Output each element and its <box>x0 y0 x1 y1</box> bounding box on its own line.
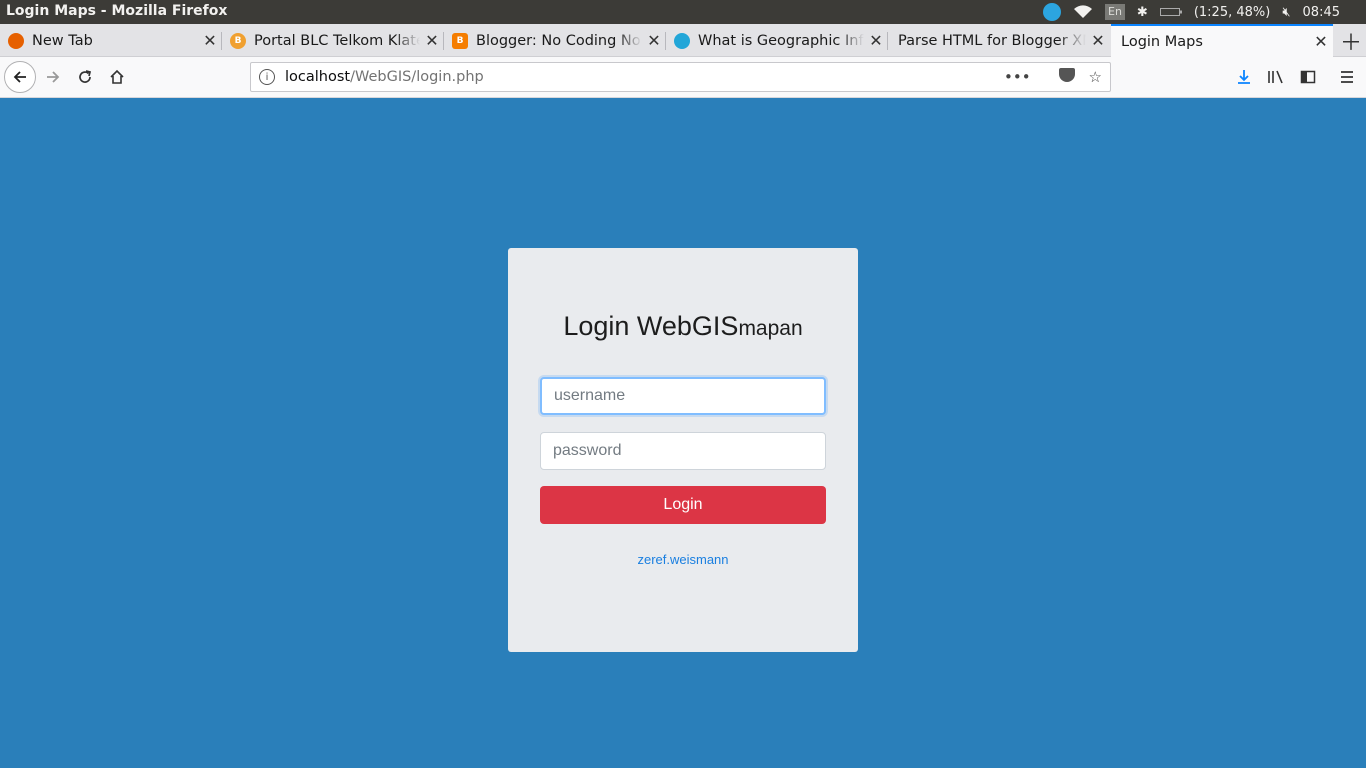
bluetooth-icon[interactable]: ✱ <box>1137 0 1148 24</box>
hamburger-menu-icon <box>1341 71 1353 83</box>
close-icon[interactable]: ✕ <box>642 31 666 50</box>
tab-label: Login Maps <box>1121 33 1203 50</box>
login-title-suffix: mapan <box>738 317 803 340</box>
system-tray: En ✱ (1:25, 48%) 🔇︎ 08:45 <box>1043 0 1366 24</box>
site-info-icon[interactable]: i <box>259 69 275 85</box>
new-tab-button[interactable]: ＋ <box>1336 24 1366 57</box>
page-content: Login WebGISmapan Login zeref.weismann <box>0 98 1366 768</box>
telegram-icon[interactable] <box>1043 0 1061 24</box>
firefox-icon <box>8 32 24 49</box>
library-icon <box>1268 70 1283 84</box>
wifi-icon[interactable] <box>1073 0 1093 24</box>
menu-button[interactable] <box>1332 62 1362 92</box>
tab-geographic-info[interactable]: What is Geographic Information ✕ <box>666 24 888 57</box>
home-button[interactable] <box>102 62 132 92</box>
sidebar-button[interactable] <box>1293 62 1323 92</box>
arrow-left-icon <box>13 71 26 83</box>
tab-label: Blogger: No Coding No Life <box>476 32 642 49</box>
downloads-button[interactable] <box>1229 62 1259 92</box>
battery-icon[interactable] <box>1159 0 1182 24</box>
back-button[interactable] <box>4 61 36 93</box>
login-card: Login WebGISmapan Login zeref.weismann <box>508 248 858 652</box>
tab-label: New Tab <box>32 32 93 49</box>
url-bar[interactable]: i localhost/WebGIS/login.php ••• ☆ <box>250 62 1111 92</box>
keyboard-language-indicator[interactable]: En <box>1105 4 1125 20</box>
url-path: /WebGIS/login.php <box>350 69 484 85</box>
tab-blogger[interactable]: B Blogger: No Coding No Life ✕ <box>444 24 666 57</box>
login-title-main: Login WebGIS <box>563 311 739 341</box>
tab-label: Portal BLC Telkom Klaten <box>254 32 420 49</box>
close-icon[interactable]: ✕ <box>420 31 444 50</box>
url-host: localhost <box>285 69 351 85</box>
bookmark-star-icon[interactable]: ☆ <box>1089 68 1102 86</box>
sidebar-icon <box>1300 70 1316 84</box>
tab-login-maps[interactable]: Login Maps ✕ <box>1111 24 1333 57</box>
blogger-icon: B <box>452 32 468 49</box>
battery-status[interactable]: (1:25, 48%) <box>1194 0 1271 24</box>
close-icon[interactable]: ✕ <box>864 31 888 50</box>
page-actions-icon[interactable]: ••• <box>1004 68 1031 86</box>
author-link[interactable]: zeref.weismann <box>508 552 858 567</box>
pocket-icon[interactable] <box>1045 68 1075 86</box>
tab-new-tab[interactable]: New Tab ✕ <box>0 24 222 57</box>
tab-parse-html[interactable]: Parse HTML for Blogger XML ✕ <box>888 24 1110 57</box>
system-top-bar: Login Maps - Mozilla Firefox En ✱ (1:25,… <box>0 0 1366 24</box>
login-title: Login WebGISmapan <box>508 311 858 342</box>
forward-button[interactable] <box>38 62 68 92</box>
close-icon[interactable]: ✕ <box>1086 31 1110 50</box>
close-icon[interactable]: ✕ <box>198 31 222 50</box>
login-button[interactable]: Login <box>540 486 826 524</box>
close-icon[interactable]: ✕ <box>1309 32 1333 51</box>
home-icon <box>110 69 124 84</box>
tab-label: What is Geographic Information <box>698 32 864 49</box>
reload-icon <box>79 70 92 83</box>
clock[interactable]: 08:45 <box>1303 0 1340 24</box>
arrow-right-icon <box>47 71 60 83</box>
portal-icon: B <box>230 32 246 49</box>
library-button[interactable] <box>1261 62 1291 92</box>
download-icon <box>1238 70 1250 84</box>
password-input[interactable] <box>540 432 826 470</box>
username-input[interactable] <box>540 377 826 415</box>
navigation-bar: i localhost/WebGIS/login.php ••• ☆ <box>0 57 1366 98</box>
tab-strip: New Tab ✕ B Portal BLC Telkom Klaten ✕ B… <box>0 24 1366 57</box>
tab-label: Parse HTML for Blogger XML <box>898 32 1086 49</box>
window-title: Login Maps - Mozilla Firefox <box>6 3 228 19</box>
tab-portal-blc[interactable]: B Portal BLC Telkom Klaten ✕ <box>222 24 444 57</box>
gis-icon <box>674 32 690 49</box>
volume-muted-icon[interactable]: 🔇︎ <box>1282 0 1290 24</box>
reload-button[interactable] <box>70 62 100 92</box>
